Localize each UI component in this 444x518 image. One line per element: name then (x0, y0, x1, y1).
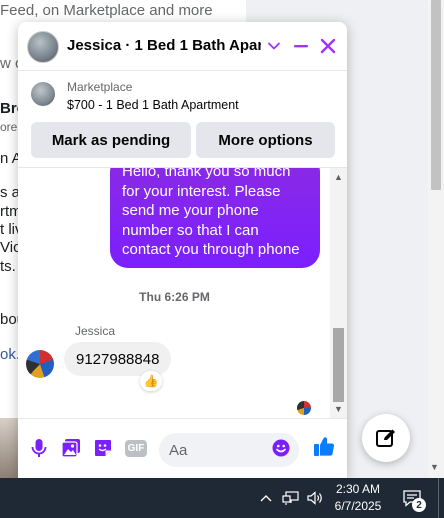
mark-as-pending-button[interactable]: Mark as pending (31, 122, 191, 158)
message-list: Hello, thank you so much for your intere… (18, 168, 347, 418)
emoji-icon[interactable] (271, 438, 291, 458)
message-scrollbar-thumb[interactable] (333, 328, 344, 402)
page-scroll-down-arrow[interactable]: ▼ (430, 462, 439, 472)
clock-time[interactable]: 2:30 AM (330, 482, 386, 496)
message-timestamp: Thu 6:26 PM (139, 290, 210, 304)
listing-panel: Marketplace $700 - 1 Bed 1 Bath Apartmen… (18, 72, 347, 168)
sender-avatar[interactable] (26, 350, 54, 378)
reaction-emoji: 👍 (143, 374, 159, 388)
listing-title[interactable]: $700 - 1 Bed 1 Bath Apartment (67, 98, 239, 112)
contact-avatar[interactable] (27, 31, 59, 63)
minimize-icon[interactable] (289, 34, 313, 58)
chevron-down-icon[interactable] (262, 34, 286, 58)
sticker-icon[interactable] (91, 436, 115, 460)
like-icon[interactable] (312, 434, 336, 458)
microphone-icon[interactable] (27, 436, 51, 460)
listing-thumbnail[interactable] (31, 82, 55, 106)
show-desktop-button[interactable] (438, 478, 444, 518)
outgoing-message: Hello, thank you so much for your intere… (110, 168, 320, 268)
photo-icon[interactable] (59, 436, 83, 460)
gif-icon[interactable]: GIF (123, 436, 149, 460)
page-scrollbar-thumb[interactable] (431, 0, 441, 190)
seen-indicator-avatar (297, 401, 311, 415)
thumbs-up-reaction-icon[interactable]: 👍 (140, 371, 162, 391)
background-text-fragment: ore (0, 120, 18, 134)
scroll-up-arrow[interactable]: ▲ (334, 172, 343, 182)
listing-source: Marketplace (67, 80, 133, 94)
taskbar: 2:30 AM 6/7/2025 2 (0, 478, 444, 518)
volume-icon[interactable] (305, 488, 325, 508)
chat-header[interactable]: Jessica · 1 Bed 1 Bath Apart... (18, 22, 347, 71)
network-icon[interactable] (281, 488, 301, 508)
scroll-down-arrow[interactable]: ▼ (334, 404, 343, 414)
background-text-fragment: Feed, on Marketplace and more (0, 2, 213, 19)
sender-name: Jessica (75, 324, 116, 338)
more-options-button[interactable]: More options (196, 122, 335, 158)
new-message-button[interactable] (362, 414, 410, 462)
chevron-up-icon[interactable] (258, 488, 274, 508)
compose-icon (376, 429, 395, 447)
message-scrollbar[interactable]: ▲ ▼ (330, 168, 347, 418)
chat-title[interactable]: Jessica · 1 Bed 1 Bath Apart... (67, 37, 261, 54)
background-image (0, 418, 20, 478)
notification-badge: 2 (412, 498, 426, 512)
clock-date[interactable]: 6/7/2025 (330, 499, 386, 513)
close-icon[interactable] (316, 34, 340, 58)
chat-window: Jessica · 1 Bed 1 Bath Apart... Marketpl… (18, 22, 347, 478)
message-composer: GIF (18, 418, 347, 478)
gif-label: GIF (124, 439, 148, 457)
background-text-fragment: ok. (0, 346, 21, 363)
